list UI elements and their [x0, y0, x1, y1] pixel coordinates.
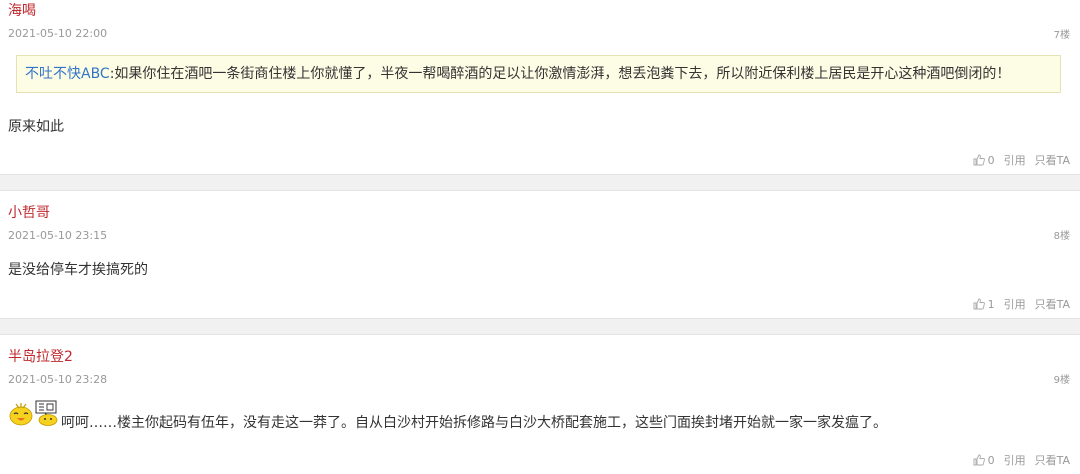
laughing-chick-emoji-icon [9, 403, 33, 426]
post-actions: 1 引用 只看TA [973, 296, 1070, 312]
thumbs-up-icon [973, 154, 985, 166]
post-actions: 0 引用 只看TA [973, 152, 1070, 168]
post-floor-8: 小哲哥 2021-05-10 23:15 8楼 是没给停车才挨搞死的 1 引用 … [0, 192, 1080, 318]
post-time: 2021-05-10 23:15 [8, 229, 108, 242]
floor-number: 7楼 [1053, 30, 1070, 41]
like-button[interactable]: 0 [973, 154, 995, 167]
post-time: 2021-05-10 23:28 [8, 373, 108, 386]
post-time: 2021-05-10 22:00 [8, 27, 108, 40]
like-button[interactable]: 1 [973, 298, 995, 311]
sign-holding-emoji-icon [35, 400, 58, 426]
quote-text: :如果你住在酒吧一条街商住楼上你就懂了，半夜一帮喝醉酒的足以让你激情澎湃，想丢泡… [109, 66, 1011, 82]
floor-number: 9楼 [1053, 375, 1070, 386]
thumbs-up-icon [973, 298, 985, 310]
post-content: 原来如此 [8, 119, 64, 135]
only-author-button[interactable]: 只看TA [1035, 452, 1070, 468]
cite-button[interactable]: 引用 [1004, 452, 1026, 468]
cite-button[interactable]: 引用 [1004, 152, 1026, 168]
like-count: 0 [987, 153, 995, 167]
cite-button[interactable]: 引用 [1004, 296, 1026, 312]
only-author-button[interactable]: 只看TA [1035, 152, 1070, 168]
only-author-button[interactable]: 只看TA [1035, 296, 1070, 312]
post-floor-9: 半岛拉登2 2021-05-10 23:28 9楼 呵呵……楼主你起码有伍年，没… [0, 336, 1080, 474]
post-separator [0, 318, 1080, 335]
quote-block: 不吐不快ABC:如果你住在酒吧一条街商住楼上你就懂了，半夜一帮喝醉酒的足以让你激… [16, 55, 1061, 93]
like-count: 0 [987, 453, 995, 467]
post-floor-7: 海喝 2021-05-10 22:00 7楼 不吐不快ABC:如果你住在酒吧一条… [0, 0, 1080, 174]
floor-number: 8楼 [1053, 231, 1070, 242]
thumbs-up-icon [973, 454, 985, 466]
post-author[interactable]: 半岛拉登2 [8, 346, 73, 366]
like-count: 1 [987, 297, 995, 311]
post-author[interactable]: 海喝 [8, 0, 36, 20]
like-button[interactable]: 0 [973, 454, 995, 467]
post-separator [0, 174, 1080, 191]
post-author[interactable]: 小哲哥 [8, 202, 50, 222]
quote-author[interactable]: 不吐不快ABC [25, 66, 110, 82]
post-actions: 0 引用 只看TA [973, 452, 1070, 468]
post-content: 呵呵……楼主你起码有伍年，没有走这一莽了。自从白沙村开始拆修路与白沙大桥配套施工… [61, 415, 887, 431]
post-content: 是没给停车才挨搞死的 [8, 262, 148, 278]
